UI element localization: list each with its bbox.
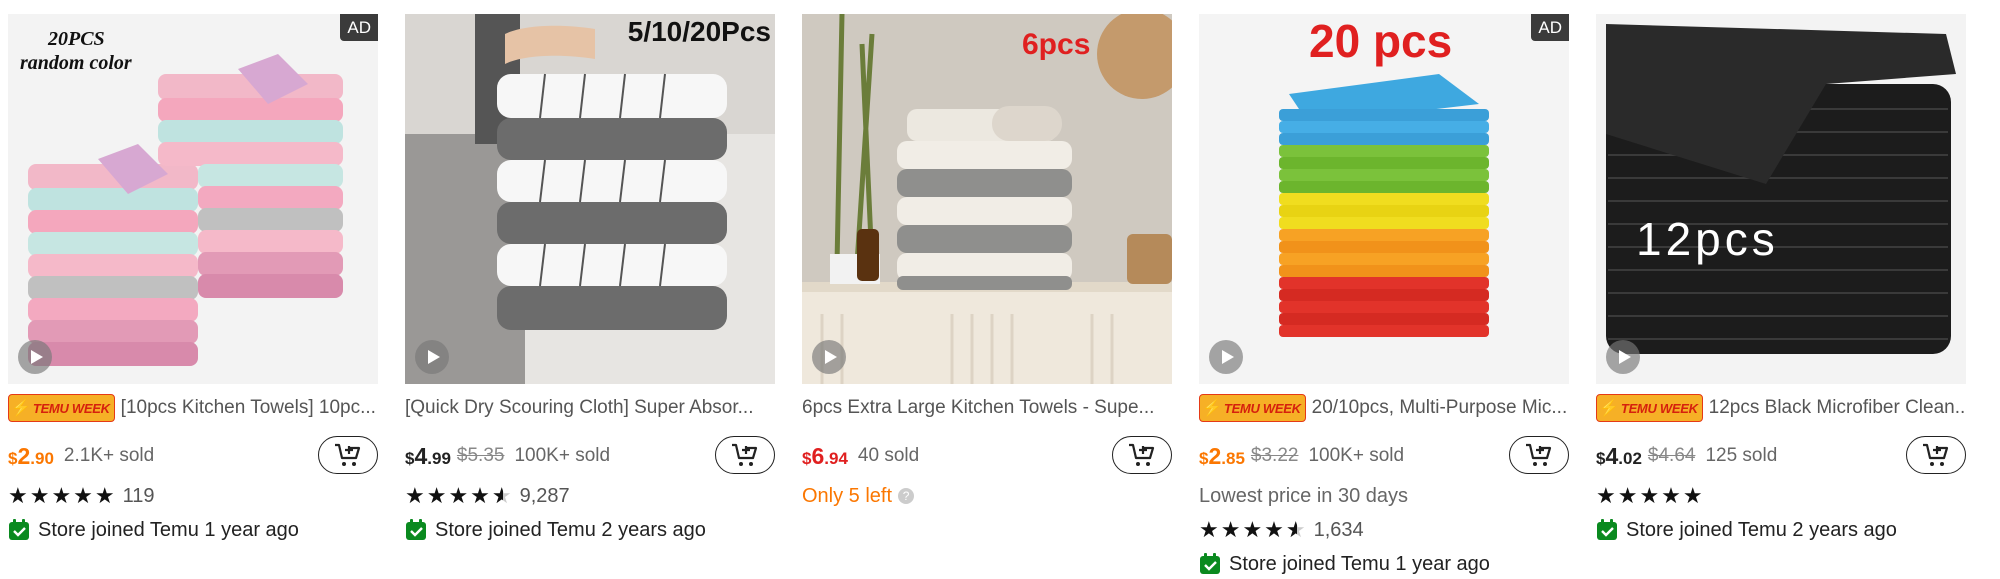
bolt-icon: ⚡ — [11, 400, 31, 417]
product-image[interactable]: 6pcs — [802, 14, 1172, 384]
sold-count: 100K+ sold — [514, 445, 611, 466]
product-title-row[interactable]: ⚡ TEMU WEEK 12pcs Black Microfiber Clean.… — [1596, 394, 1966, 422]
calendar-check-icon — [9, 519, 29, 540]
rating-row[interactable]: ★★★★★ 119 — [8, 482, 378, 510]
image-caption: 6pcs — [1022, 28, 1091, 61]
original-price: $3.22 — [1250, 445, 1299, 466]
play-icon[interactable] — [1209, 340, 1243, 374]
product-image[interactable]: 12pcs — [1596, 14, 1966, 384]
ad-label: AD — [1531, 14, 1569, 41]
original-price: $4.64 — [1647, 445, 1696, 466]
price-info: Lowest price in 30 days — [1199, 484, 1409, 507]
rating-row[interactable]: ★★★★★ — [1596, 482, 1966, 510]
play-icon[interactable] — [1606, 340, 1640, 374]
image-caption: 20 pcs — [1309, 15, 1453, 67]
calendar-check-icon — [406, 519, 426, 540]
calendar-check-icon — [1200, 553, 1220, 574]
cart-add-icon — [1526, 443, 1552, 466]
star-rating: ★★★★★ — [405, 483, 514, 509]
product-card[interactable]: 20 pcs AD ⚡ TEMU WEEK 20/10pcs, Multi-Pur… — [1199, 14, 1569, 575]
price: $4.02 — [1596, 442, 1642, 469]
bolt-icon: ⚡ — [1202, 400, 1222, 417]
temu-week-badge: ⚡ TEMU WEEK — [1199, 394, 1306, 422]
stock-info: Only 5 left ? — [802, 482, 1172, 510]
image-caption: 20PCS — [48, 28, 105, 50]
store-info: Store joined Temu 2 years ago — [1596, 516, 1966, 544]
cart-add-icon — [1129, 443, 1155, 466]
bolt-icon: ⚡ — [1599, 400, 1619, 417]
price: $4.99 — [405, 442, 451, 469]
product-title-row[interactable]: ⚡ TEMU WEEK 20/10pcs, Multi-Purpose Mic..… — [1199, 394, 1569, 422]
product-image[interactable]: 20 pcs AD — [1199, 14, 1569, 384]
image-caption: 5/10/20Pcs — [627, 16, 771, 47]
price-row: $2.90 2.1K+ sold — [8, 436, 378, 476]
star-rating: ★★★★★ — [1596, 483, 1705, 508]
cart-add-icon — [732, 443, 758, 466]
temu-week-badge: ⚡ TEMU WEEK — [8, 394, 115, 422]
product-image[interactable]: 20PCS random color AD — [8, 14, 378, 384]
product-card[interactable]: 5/10/20Pcs [Quick Dry Scouring Cloth] Su… — [405, 14, 775, 574]
price-row: $6.94 40 sold — [802, 436, 1172, 476]
review-count: 119 — [122, 484, 155, 507]
temu-week-badge: ⚡ TEMU WEEK — [1596, 394, 1703, 422]
price-row: $2.85 $3.22 100K+ sold — [1199, 436, 1569, 476]
add-to-cart-button[interactable] — [318, 436, 378, 474]
review-count: 1,634 — [1313, 518, 1364, 541]
play-icon[interactable] — [812, 340, 846, 374]
image-caption: 12pcs — [1636, 213, 1779, 265]
question-icon[interactable]: ? — [898, 488, 915, 504]
store-info: Store joined Temu 1 year ago — [8, 516, 378, 544]
product-card[interactable]: 6pcs 6pcs Extra Large Kitchen Towels - S… — [802, 14, 1172, 574]
price: $6.94 — [802, 442, 848, 469]
cart-add-icon — [335, 443, 361, 466]
rating-row[interactable]: ★★★★★ 9,287 — [405, 482, 775, 510]
product-title[interactable]: [10pcs Kitchen Towels] 10pc... — [121, 397, 376, 419]
product-title[interactable]: 12pcs Black Microfiber Clean... — [1709, 397, 1966, 419]
cart-add-icon — [1923, 443, 1949, 466]
price: $2.90 — [8, 442, 54, 469]
store-info: Store joined Temu 1 year ago — [1199, 550, 1569, 578]
add-to-cart-button[interactable] — [715, 436, 775, 474]
ad-label: AD — [340, 14, 378, 41]
product-image[interactable]: 5/10/20Pcs — [405, 14, 775, 384]
play-icon[interactable] — [415, 340, 449, 374]
product-card[interactable]: 12pcs ⚡ TEMU WEEK 12pcs Black Microfiber … — [1596, 14, 1966, 574]
product-title[interactable]: 20/10pcs, Multi-Purpose Mic... — [1312, 397, 1568, 419]
image-caption: random color — [20, 52, 132, 74]
add-to-cart-button[interactable] — [1112, 436, 1172, 474]
review-count: 9,287 — [519, 484, 570, 507]
product-card[interactable]: 20PCS random color AD ⚡ TEMU WEEK [10pcs … — [8, 14, 378, 574]
product-title[interactable]: [Quick Dry Scouring Cloth] Super Absor..… — [405, 397, 754, 419]
product-title-row[interactable]: [Quick Dry Scouring Cloth] Super Absor..… — [405, 394, 775, 422]
sold-count: 40 sold — [857, 445, 920, 466]
sold-count: 125 sold — [1705, 445, 1778, 466]
original-price: $5.35 — [456, 445, 505, 466]
product-title-row[interactable]: ⚡ TEMU WEEK [10pcs Kitchen Towels] 10pc..… — [8, 394, 378, 422]
add-to-cart-button[interactable] — [1906, 436, 1966, 474]
star-rating: ★★★★★ — [8, 483, 117, 508]
calendar-check-icon — [1597, 519, 1617, 540]
rating-row[interactable]: ★★★★★ 1,634 — [1199, 516, 1569, 544]
star-rating: ★★★★★ — [1199, 517, 1308, 543]
product-title[interactable]: 6pcs Extra Large Kitchen Towels - Supe..… — [802, 397, 1154, 419]
price: $2.85 — [1199, 442, 1245, 469]
sold-count: 100K+ sold — [1308, 445, 1405, 466]
price-row: $4.99 $5.35 100K+ sold — [405, 436, 775, 476]
product-grid: 20PCS random color AD ⚡ TEMU WEEK [10pcs … — [8, 14, 1992, 575]
sold-count: 2.1K+ sold — [63, 445, 155, 466]
price-row: $4.02 $4.64 125 sold — [1596, 436, 1966, 476]
store-info: Store joined Temu 2 years ago — [405, 516, 775, 544]
product-title-row[interactable]: 6pcs Extra Large Kitchen Towels - Supe..… — [802, 394, 1172, 422]
add-to-cart-button[interactable] — [1509, 436, 1569, 474]
play-icon[interactable] — [18, 340, 52, 374]
